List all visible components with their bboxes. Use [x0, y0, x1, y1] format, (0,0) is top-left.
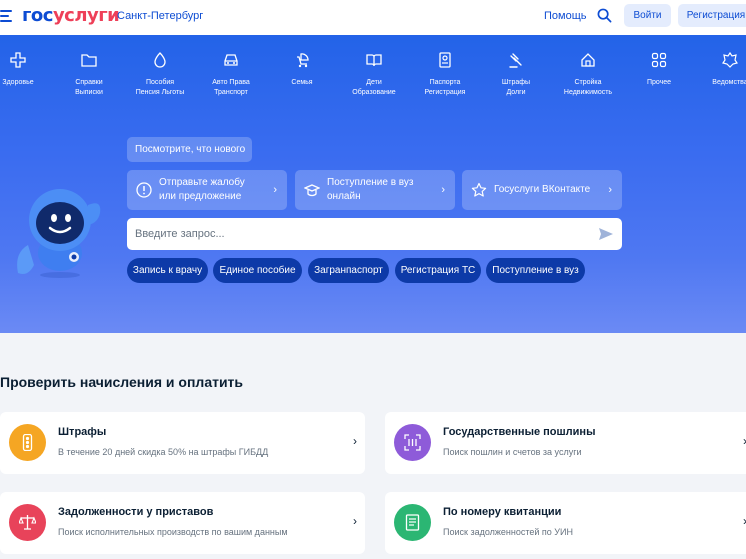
- quick-university[interactable]: Поступление в вуз: [486, 258, 585, 283]
- receipt-scan-icon: [404, 434, 421, 451]
- chevron-right-icon: ›: [273, 184, 277, 196]
- city-selector[interactable]: Санкт-Петербург: [117, 10, 203, 22]
- complaint-card[interactable]: Отправьте жалобу или предложение ›: [127, 170, 287, 210]
- gosuslugi-logo[interactable]: госуслуги: [22, 5, 120, 26]
- duties-badge: [394, 424, 431, 461]
- stroller-icon: [297, 53, 309, 68]
- chevron-right-icon: ›: [353, 434, 357, 448]
- category-benefits[interactable]: Пособия Пенсия Льготы: [125, 52, 195, 98]
- category-realty[interactable]: Стройка Недвижимость: [553, 52, 623, 98]
- benefits-icon: [154, 52, 166, 68]
- top-header: госуслуги Санкт-Петербург Помощь Войти Р…: [0, 0, 746, 35]
- category-agencies[interactable]: Ведомства: [695, 52, 746, 88]
- search-icon[interactable]: [597, 8, 612, 23]
- bailiffs-card[interactable]: Задолженности у приставов Поиск исполнит…: [0, 492, 365, 554]
- fines-card[interactable]: Штрафы В течение 20 дней скидка 50% на ш…: [0, 412, 365, 474]
- category-other[interactable]: Прочее: [624, 52, 694, 88]
- section-title: Проверить начисления и оплатить: [0, 374, 244, 390]
- book-icon: [366, 54, 382, 67]
- search-input[interactable]: [127, 218, 587, 250]
- search-box: [127, 218, 622, 250]
- hero-section: Здоровье Справки Выписки Пособия Пенсия …: [0, 35, 746, 333]
- send-icon[interactable]: [598, 226, 614, 242]
- chevron-right-icon: ›: [441, 184, 445, 196]
- robot-mascot: [17, 189, 101, 278]
- gavel-icon: [509, 53, 522, 68]
- login-button[interactable]: Войти: [624, 4, 671, 27]
- receipt-card[interactable]: По номеру квитанции Поиск задолженностей…: [385, 492, 746, 554]
- exclamation-icon: [136, 182, 152, 198]
- folder-icon: [81, 54, 97, 67]
- grid-icon: [651, 52, 667, 68]
- health-icon: [10, 52, 26, 68]
- traffic-light-icon: [22, 434, 33, 451]
- menu-icon[interactable]: [0, 10, 12, 22]
- category-bar: Здоровье Справки Выписки Пособия Пенсия …: [0, 35, 746, 105]
- quick-doctor[interactable]: Запись к врачу: [127, 258, 208, 283]
- quick-passport[interactable]: Загранпаспорт: [308, 258, 389, 283]
- document-icon: [405, 514, 420, 531]
- scales-icon: [19, 515, 36, 530]
- chevron-right-icon: ›: [608, 184, 612, 196]
- graduation-cap-icon: [304, 184, 320, 197]
- bailiffs-badge: [9, 504, 46, 541]
- category-education[interactable]: Дети Образование: [339, 52, 409, 98]
- passport-icon: [439, 52, 451, 68]
- category-passport[interactable]: Паспорта Регистрация: [410, 52, 480, 98]
- category-auto[interactable]: Авто Права Транспорт: [196, 52, 266, 98]
- category-fines[interactable]: Штрафы Долги: [481, 52, 551, 98]
- receipt-badge: [394, 504, 431, 541]
- category-documents[interactable]: Справки Выписки: [54, 52, 124, 98]
- vk-card[interactable]: Госуслуги ВКонтакте ›: [462, 170, 622, 210]
- car-icon: [224, 54, 238, 66]
- chevron-right-icon: ›: [353, 514, 357, 528]
- fines-badge: [9, 424, 46, 461]
- university-card[interactable]: Поступление в вуз онлайн ›: [295, 170, 455, 210]
- category-health[interactable]: Здоровье: [0, 52, 53, 88]
- quick-vehicle[interactable]: Регистрация ТС: [395, 258, 481, 283]
- category-family[interactable]: Семья: [267, 52, 337, 88]
- help-link[interactable]: Помощь: [544, 10, 587, 22]
- house-icon: [581, 53, 595, 67]
- register-button[interactable]: Регистрация: [678, 4, 746, 27]
- quick-benefit[interactable]: Единое пособие: [213, 258, 302, 283]
- emblem-icon: [722, 52, 738, 68]
- whats-new-chip[interactable]: Посмотрите, что нового: [127, 137, 252, 162]
- duties-card[interactable]: Государственные пошлины Поиск пошлин и с…: [385, 412, 746, 474]
- star-icon: [471, 182, 487, 197]
